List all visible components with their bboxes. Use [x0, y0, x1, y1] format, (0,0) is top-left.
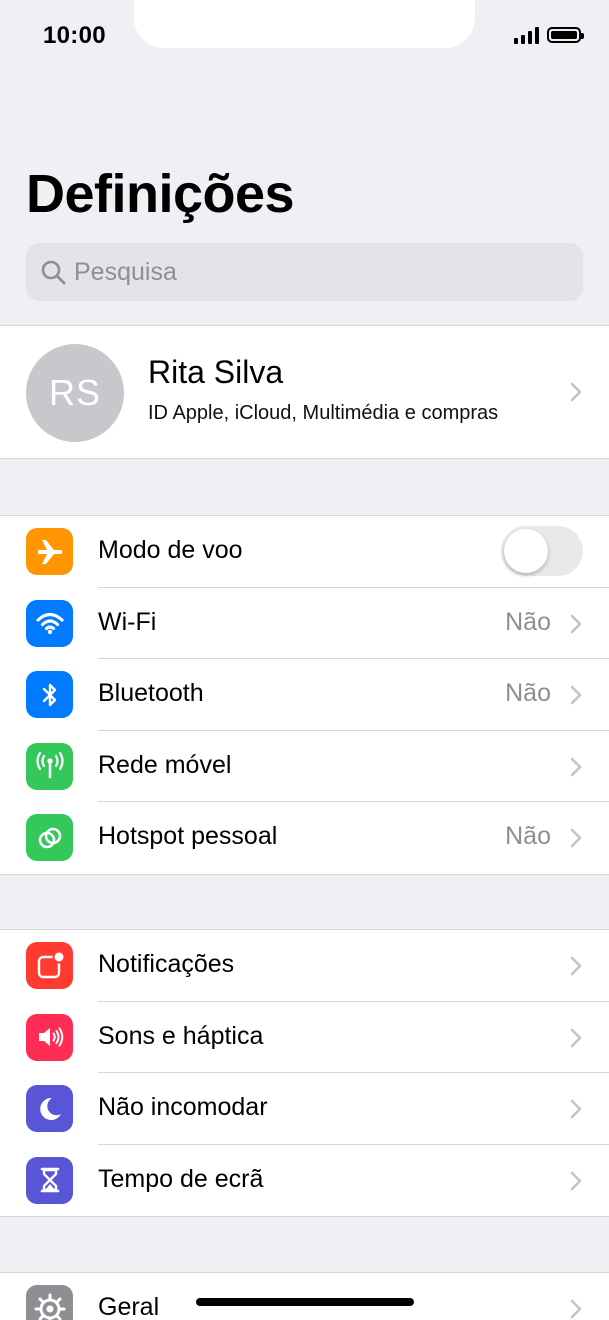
notifications-icon — [26, 942, 73, 989]
airplane-icon — [26, 528, 73, 575]
settings-row-airplane-mode: Modo de voo — [0, 516, 609, 588]
chevron-right-icon — [570, 1299, 582, 1319]
settings-row-value: Não — [505, 607, 551, 636]
chevron-right-icon — [570, 1028, 582, 1047]
cellular-signal-icon — [514, 26, 539, 44]
settings-row-label: Não incomodar — [98, 1093, 268, 1121]
settings-row-personal-hotspot[interactable]: Hotspot pessoal Não — [0, 802, 609, 874]
apple-id-profile-row[interactable]: RS Rita Silva ID Apple, iCloud, Multiméd… — [0, 325, 609, 459]
settings-row-label: Hotspot pessoal — [98, 822, 278, 850]
connectivity-group: Modo de voo Wi-Fi Não Bluetooth Não Rede… — [0, 515, 609, 875]
avatar: RS — [26, 344, 124, 442]
chevron-right-icon — [570, 956, 582, 976]
chevron-right-icon — [570, 614, 582, 633]
chevron-right-icon — [570, 382, 582, 402]
bluetooth-icon — [26, 671, 73, 718]
settings-row-value: Não — [505, 822, 551, 850]
chevron-right-icon — [570, 828, 582, 848]
settings-row-label: Sons e háptica — [98, 1021, 264, 1050]
airplane-mode-toggle[interactable] — [501, 526, 583, 576]
chevron-right-icon — [570, 757, 582, 776]
settings-row-mobile-network[interactable]: Rede móvel — [0, 731, 609, 802]
settings-row-notifications[interactable]: Notificações — [0, 930, 609, 1002]
settings-row-general[interactable]: Geral — [0, 1273, 609, 1320]
settings-row-label: Bluetooth — [98, 679, 204, 707]
antenna-icon — [26, 742, 73, 790]
battery-icon — [547, 27, 584, 43]
general-group: Geral — [0, 1272, 609, 1320]
settings-row-wifi[interactable]: Wi-Fi Não — [0, 588, 609, 659]
chevron-right-icon — [570, 1171, 582, 1190]
settings-row-label: Modo de voo — [98, 536, 243, 564]
profile-name: Rita Silva — [148, 354, 284, 390]
speaker-icon — [26, 1013, 73, 1061]
status-time: 10:00 — [43, 22, 106, 49]
settings-row-sounds-haptics[interactable]: Sons e háptica — [0, 1002, 609, 1073]
chevron-right-icon — [570, 685, 582, 705]
search-field[interactable]: Pesquisa — [26, 243, 583, 301]
settings-row-bluetooth[interactable]: Bluetooth Não — [0, 659, 609, 731]
settings-row-label: Tempo de ecrã — [98, 1164, 264, 1193]
home-indicator[interactable] — [196, 1298, 414, 1306]
profile-subtitle: ID Apple, iCloud, Multimédia e compras — [148, 402, 499, 424]
hourglass-icon — [26, 1156, 73, 1204]
gear-icon — [26, 1285, 73, 1320]
wifi-icon — [26, 599, 73, 647]
settings-row-label: Notificações — [98, 950, 235, 978]
settings-screen: 10:00 Definições Pesquisa RS Rita Silva … — [0, 0, 609, 1320]
moon-icon — [26, 1085, 73, 1132]
settings-row-screen-time[interactable]: Tempo de ecrã — [0, 1145, 609, 1217]
status-indicators — [514, 26, 584, 44]
device-notch — [134, 0, 475, 48]
settings-row-label: Wi-Fi — [98, 607, 157, 636]
hotspot-icon — [26, 814, 73, 861]
search-placeholder: Pesquisa — [74, 257, 177, 286]
settings-row-label: Geral — [98, 1293, 160, 1320]
settings-row-label: Rede móvel — [98, 750, 232, 779]
settings-row-value: Não — [505, 679, 551, 707]
search-icon — [41, 260, 66, 285]
chevron-right-icon — [570, 1099, 582, 1119]
notifications-group: Notificações Sons e háptica Não incomoda… — [0, 929, 609, 1217]
page-title: Definições — [26, 164, 295, 224]
settings-row-do-not-disturb[interactable]: Não incomodar — [0, 1073, 609, 1145]
